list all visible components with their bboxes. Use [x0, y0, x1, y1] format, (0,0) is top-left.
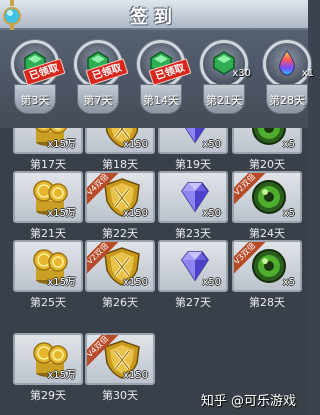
reward-tile: x15万: [13, 240, 83, 292]
reward-tile: V2双倍 x150: [85, 240, 155, 292]
reward-cell[interactable]: V4双倍 x150 第22天: [85, 171, 158, 241]
reward-cell[interactable]: x50 第19天: [158, 128, 231, 172]
reward-quantity: x150: [122, 370, 148, 381]
milestone-3[interactable]: 第14天 已领取: [136, 40, 192, 120]
reward-quantity: x5: [282, 208, 295, 219]
milestone-label: 第14天: [143, 94, 179, 107]
day-label: 第29天: [30, 389, 66, 402]
milestone-count: x30: [232, 68, 251, 79]
reward-quantity: x5: [282, 139, 295, 150]
reward-cell[interactable]: V3双倍 x5 第28天: [232, 240, 305, 310]
milestone-label: 第7天: [83, 94, 113, 107]
reward-tile: x150: [85, 128, 155, 154]
reward-cell[interactable]: V4双倍 x150 第30天: [85, 333, 158, 403]
reward-tile: x15万: [13, 128, 83, 154]
reward-cell[interactable]: x15万第25天: [13, 240, 86, 310]
day-label: 第21天: [30, 227, 66, 240]
reward-tile: V2双倍 x5: [232, 171, 302, 223]
page-title: 签到: [130, 7, 178, 28]
reward-tile: x50: [158, 240, 228, 292]
reward-quantity: x50: [202, 208, 221, 219]
reward-cell[interactable]: x150 第18天: [85, 128, 158, 172]
reward-quantity: x15万: [47, 208, 76, 219]
reward-cell[interactable]: x15万第21天: [13, 171, 86, 241]
reward-quantity: x150: [122, 208, 148, 219]
milestone-2[interactable]: 第7天 已领取: [73, 40, 129, 120]
reward-cell[interactable]: V2双倍 x5 第24天: [232, 171, 305, 241]
reward-quantity: x15万: [47, 277, 76, 288]
reward-quantity: x15万: [47, 139, 76, 150]
milestone-label: 第3天: [20, 94, 50, 107]
milestone-count: x1: [301, 68, 314, 79]
day-label: 第17天: [30, 158, 66, 171]
rainbow-drop-icon: [274, 50, 300, 76]
day-label: 第22天: [102, 227, 138, 240]
day-label: 第25天: [30, 296, 66, 309]
milestone-4[interactable]: 第21天 x30: [199, 40, 251, 120]
day-label: 第30天: [102, 389, 138, 402]
reward-cell[interactable]: x15万第29天: [13, 333, 86, 403]
reward-quantity: x50: [202, 277, 221, 288]
day-label: 第19天: [175, 158, 211, 171]
reward-tile: x50: [158, 171, 228, 223]
reward-quantity: x50: [202, 139, 221, 150]
reward-cell[interactable]: x5 第20天: [232, 128, 305, 172]
day-label: 第18天: [102, 158, 138, 171]
day-label: 第24天: [249, 227, 285, 240]
reward-cell[interactable]: x15万第17天: [13, 128, 86, 172]
milestone-1[interactable]: 第3天 已领取: [10, 40, 66, 120]
watermark: 知乎 @可乐游戏: [200, 394, 296, 409]
milestone-label: 第21天: [206, 94, 242, 107]
day-label: 第23天: [175, 227, 211, 240]
header-bar: 签到: [0, 0, 308, 32]
reward-quantity: x5: [282, 277, 295, 288]
day-label: 第28天: [249, 296, 285, 309]
milestone-label: 第28天: [269, 94, 305, 107]
reward-grid: x15万 第17天 x150 第18天 x50 第19天 x5 第20天 x15万 第21天 V4双…: [0, 128, 308, 415]
reward-cell[interactable]: x50 第23天: [158, 171, 231, 241]
reward-tile: V3双倍 x5: [232, 240, 302, 292]
reward-cell[interactable]: x50 第27天: [158, 240, 231, 310]
milestone-strip: 第3天 已领取 第7天 已领取 第14天 已领取第21天 x30 第28天 x1: [0, 30, 314, 128]
reward-cell[interactable]: V2双倍 x150 第26天: [85, 240, 158, 310]
reward-tile: x50: [158, 128, 228, 154]
reward-tile: V4双倍 x150: [85, 333, 155, 385]
day-label: 第20天: [249, 158, 285, 171]
reward-tile: V4双倍 x150: [85, 171, 155, 223]
reward-tile: x5: [232, 128, 302, 154]
reward-tile: x15万: [13, 171, 83, 223]
day-label: 第26天: [102, 296, 138, 309]
day-label: 第27天: [175, 296, 211, 309]
reward-tile: x15万: [13, 333, 83, 385]
reward-quantity: x150: [122, 139, 148, 150]
reward-quantity: x150: [122, 277, 148, 288]
reward-quantity: x15万: [47, 370, 76, 381]
milestone-5[interactable]: 第28天 x1: [262, 40, 314, 120]
